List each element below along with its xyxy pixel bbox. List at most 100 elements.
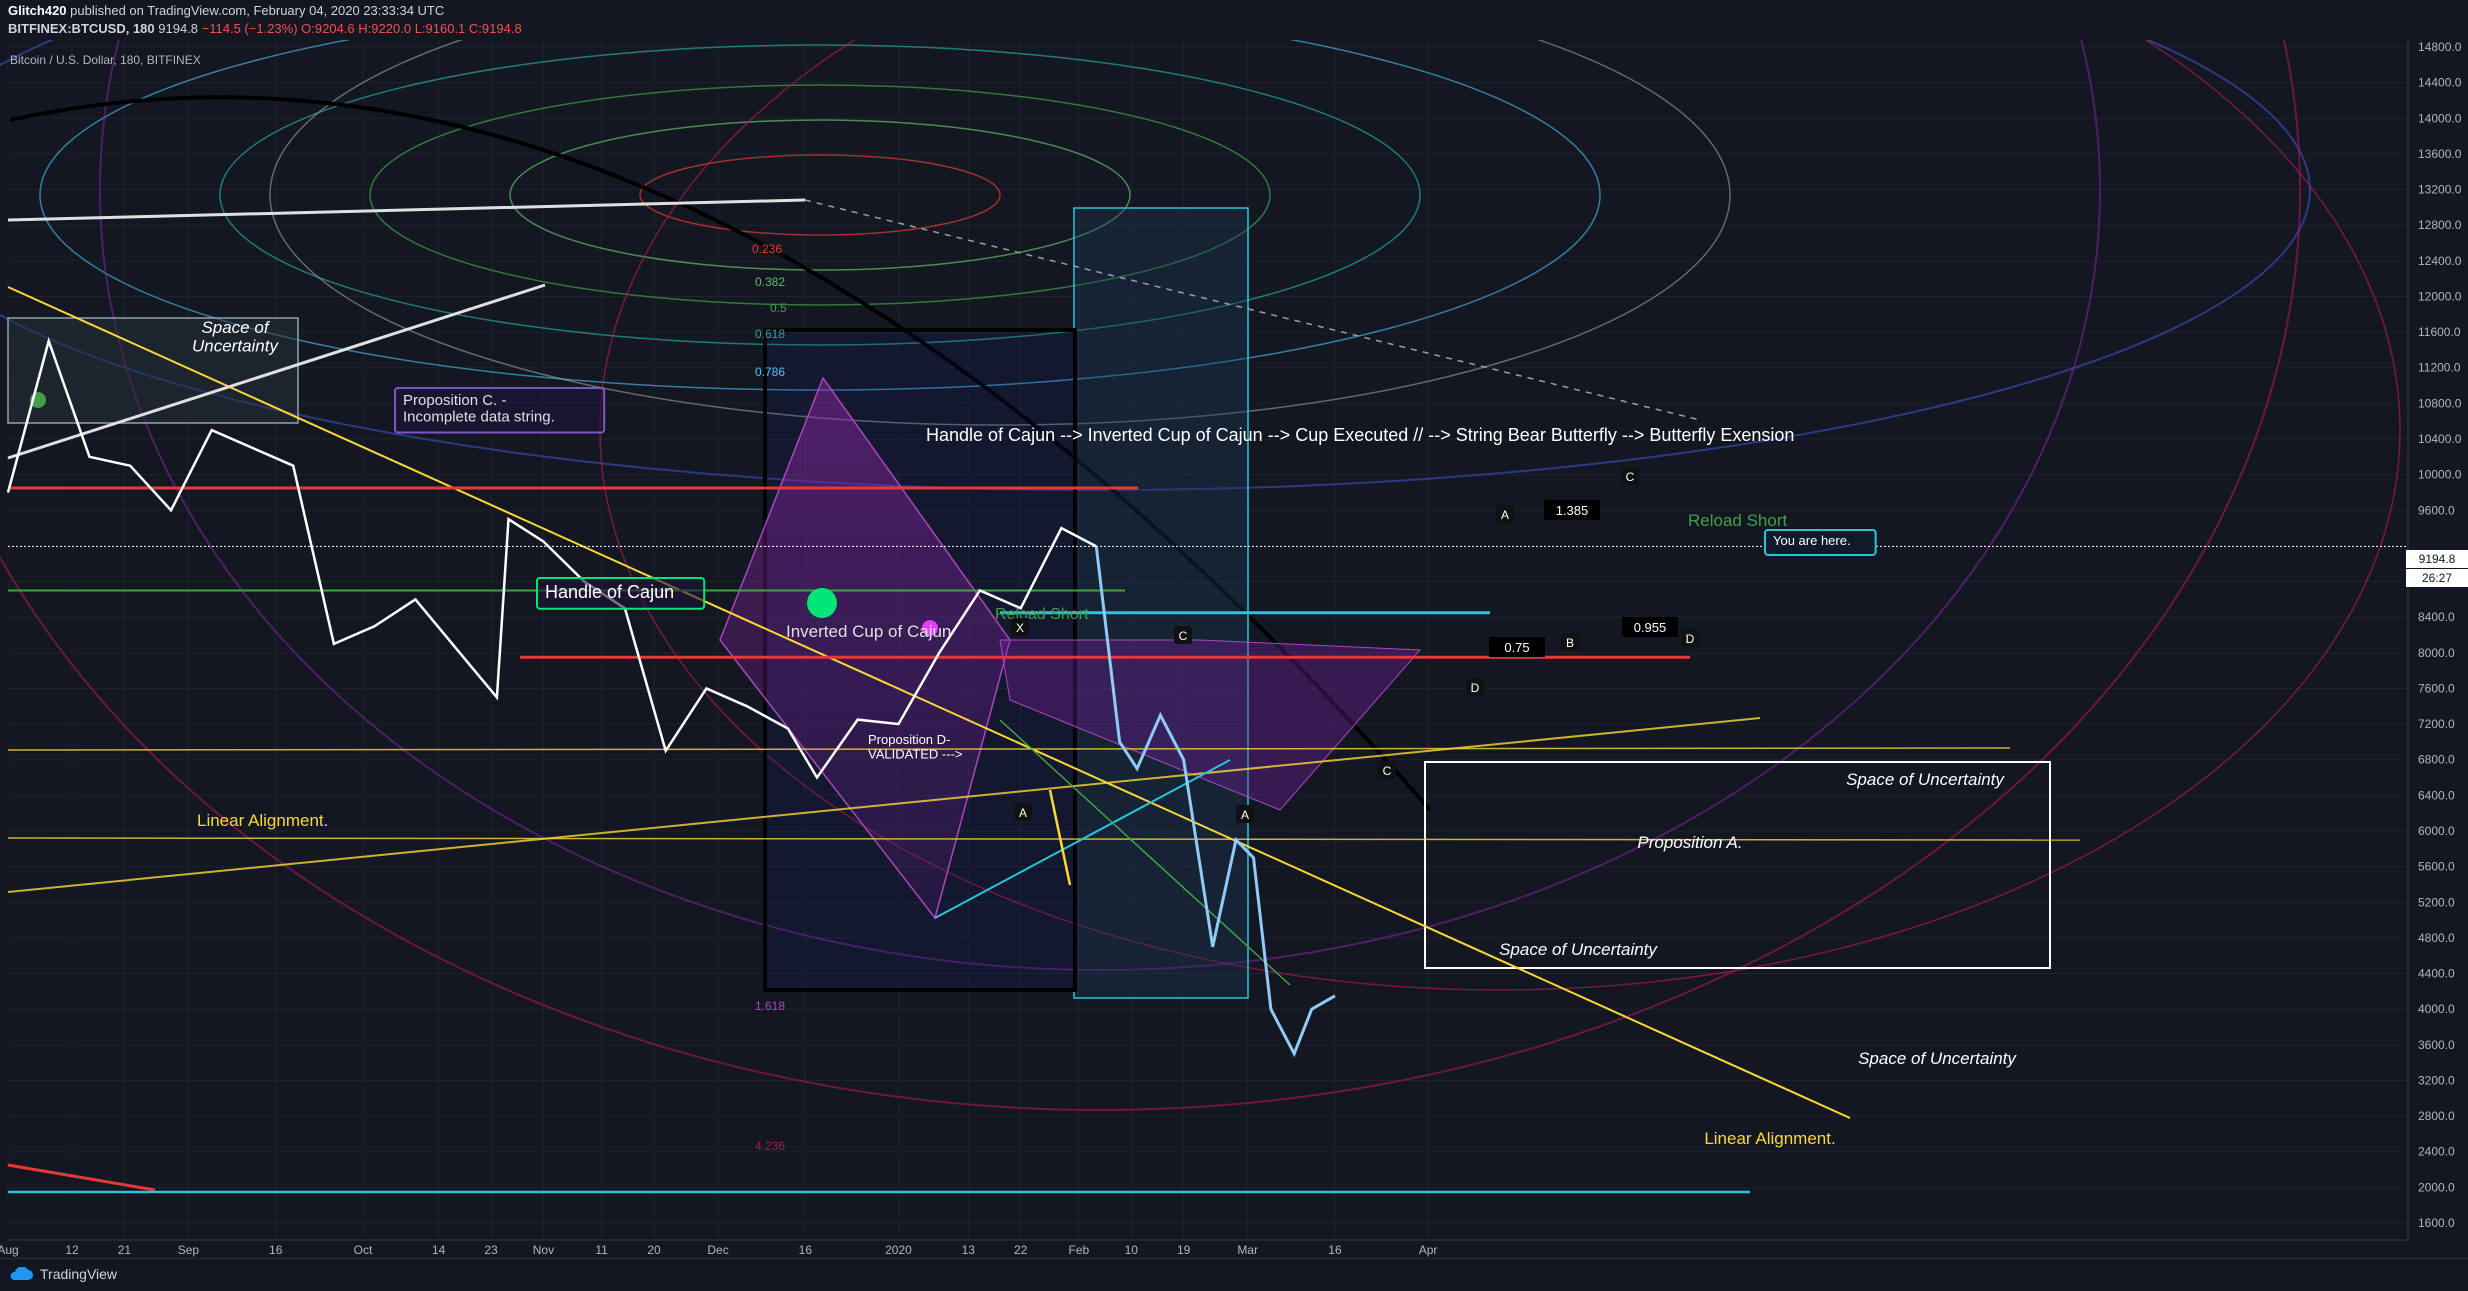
y-tick-label: 12000.0 — [2418, 289, 2462, 303]
x-tick-label: 11 — [595, 1243, 608, 1257]
trend-line — [7, 837, 2081, 841]
annotation-text: You are here. — [1773, 533, 1851, 548]
ohlc-line: BITFINEX:BTCUSD, 180 9194.8 −114.5 (−1.2… — [8, 21, 522, 36]
legend-title: Bitcoin / U.S. Dollar, 180, BITFINEX — [10, 53, 201, 67]
x-tick-label: 16 — [269, 1243, 283, 1257]
y-tick-label: 10800.0 — [2418, 396, 2462, 410]
y-tick-label: 9600.0 — [2418, 503, 2455, 517]
x-tick-label: Apr — [1419, 1243, 1438, 1257]
pattern-letter: D — [1686, 632, 1695, 646]
y-tick-label: 4800.0 — [2418, 931, 2455, 945]
pattern-ratio: 0.75 — [1504, 640, 1529, 655]
y-tick-label: 6800.0 — [2418, 753, 2455, 767]
annotation-text: Incomplete data string. — [403, 409, 555, 426]
countdown-tag: 26:27 — [2406, 569, 2468, 587]
annotation-text: Handle of Cajun --> Inverted Cup of Caju… — [926, 425, 1794, 445]
annotation-text: Proposition A. — [1637, 833, 1742, 852]
price-chart[interactable]: Space ofUncertainty Proposition C. -Incom… — [0, 0, 2468, 1290]
y-tick-label: 3600.0 — [2418, 1038, 2455, 1052]
x-tick-label: Sep — [178, 1243, 200, 1257]
annotation-text: Linear Alignment. — [1704, 1129, 1835, 1148]
zone-box — [1073, 207, 1249, 999]
x-tick-label: 22 — [1014, 1243, 1028, 1257]
pattern-letter: C — [1626, 470, 1635, 484]
publish-info: Glitch420 published on TradingView.com, … — [8, 3, 444, 18]
x-tick-label: 16 — [799, 1243, 813, 1257]
fib-label: 0.236 — [752, 242, 782, 256]
x-tick-label: 14 — [432, 1243, 446, 1257]
chart-annotation: Handle of Cajun --> Inverted Cup of Caju… — [926, 425, 1794, 445]
annotation-text: Inverted Cup of Cajun — [786, 622, 951, 641]
tradingview-logo[interactable]: TradingView — [8, 1266, 117, 1282]
annotation-text: Uncertainty — [192, 337, 279, 356]
y-tick-label: 14000.0 — [2418, 111, 2462, 125]
y-tick-label: 12800.0 — [2418, 218, 2462, 232]
time-axis[interactable]: Aug 12 21 Sep 16 Oct 14 23 Nov 11 20 Dec 16 2020 13 22 F… — [0, 1239, 2408, 1257]
x-tick-label: Aug — [0, 1243, 19, 1257]
chart-annotation: Space of Uncertainty — [1499, 940, 1658, 959]
chart-annotation: Handle of Cajun — [536, 577, 706, 610]
annotation-text: Reload Short — [1688, 511, 1788, 530]
fib-label: 0.618 — [755, 327, 785, 341]
x-tick-label: 12 — [65, 1243, 79, 1257]
x-tick-label: Mar — [1237, 1243, 1258, 1257]
x-tick-label: 23 — [484, 1243, 498, 1257]
y-tick-label: 5200.0 — [2418, 895, 2455, 909]
fib-ring — [639, 154, 1001, 236]
last-price-tag: 9194.8 — [2406, 550, 2468, 568]
y-tick-label: 5600.0 — [2418, 860, 2455, 874]
chart-annotation: Reload Short — [1688, 511, 1788, 530]
price-axis[interactable]: 14800.0 14400.0 14000.0 13600.0 13200.0 12800… — [2407, 40, 2468, 1258]
y-tick-label: 10400.0 — [2418, 432, 2462, 446]
y-tick-label: 14800.0 — [2418, 40, 2462, 54]
chart-annotation: Linear Alignment. — [1704, 1129, 1835, 1148]
pattern-letter: B — [1566, 636, 1574, 650]
chart-annotation: Proposition C. -Incomplete data string. — [394, 387, 606, 434]
x-tick-label: 2020 — [885, 1243, 912, 1257]
fib-label: 4.236 — [755, 1139, 785, 1153]
x-tick-label: 21 — [118, 1243, 132, 1257]
y-tick-label: 11600.0 — [2418, 325, 2461, 339]
annotation-text: Space of Uncertainty — [1858, 1049, 2017, 1068]
y-tick-label: 2800.0 — [2418, 1109, 2455, 1123]
x-tick-label: Nov — [533, 1243, 554, 1257]
pattern-letter: A — [1501, 508, 1509, 522]
annotation-text: VALIDATED ---> — [868, 746, 963, 761]
annotation-text: Handle of Cajun — [545, 582, 674, 602]
x-tick-label: Feb — [1069, 1243, 1090, 1257]
footer: TradingView — [0, 1258, 2468, 1291]
fib-label: 1.618 — [755, 999, 785, 1013]
y-tick-label: 1600.0 — [2418, 1216, 2455, 1230]
brand-name: TradingView — [40, 1266, 118, 1282]
y-tick-label: 4400.0 — [2418, 967, 2455, 981]
author-name[interactable]: Glitch420 — [8, 3, 67, 18]
x-tick-label: Oct — [354, 1243, 373, 1257]
publish-text: published on TradingView.com, February 0… — [70, 3, 445, 18]
trend-line — [7, 747, 2011, 751]
y-tick-label: 6000.0 — [2418, 824, 2455, 838]
annotation-text: Space of Uncertainty — [1846, 770, 2005, 789]
x-tick-label: 19 — [1177, 1243, 1191, 1257]
annotation-text: Space of — [201, 318, 270, 337]
pattern-letter: A — [1241, 808, 1249, 822]
change-value: −114.5 (−1.23%) — [201, 21, 298, 36]
drawing-layer — [0, 0, 2408, 1194]
y-tick-label: 6400.0 — [2418, 788, 2455, 802]
y-tick-label: 2400.0 — [2418, 1145, 2455, 1159]
y-tick-label: 13600.0 — [2418, 147, 2462, 161]
y-tick-label: 8000.0 — [2418, 646, 2455, 660]
annotation-text: Proposition D- — [868, 732, 950, 747]
y-tick-label: 7200.0 — [2418, 717, 2455, 731]
x-tick-label: 13 — [962, 1243, 976, 1257]
x-tick-label: 20 — [647, 1243, 661, 1257]
y-tick-label: 11200.0 — [2418, 361, 2461, 375]
chart-annotation: Reload Short — [995, 606, 1089, 623]
fib-label: 0.5 — [770, 301, 787, 315]
pattern-letter: D — [1471, 681, 1480, 695]
pattern-letter: C — [1383, 764, 1392, 778]
y-tick-label: 13200.0 — [2418, 183, 2462, 197]
y-tick-label: 14400.0 — [2418, 76, 2462, 90]
y-tick-label: 10000.0 — [2418, 468, 2462, 482]
last-value: 9194.8 — [158, 21, 199, 36]
chart-header: Glitch420 published on TradingView.com, … — [0, 0, 2468, 40]
